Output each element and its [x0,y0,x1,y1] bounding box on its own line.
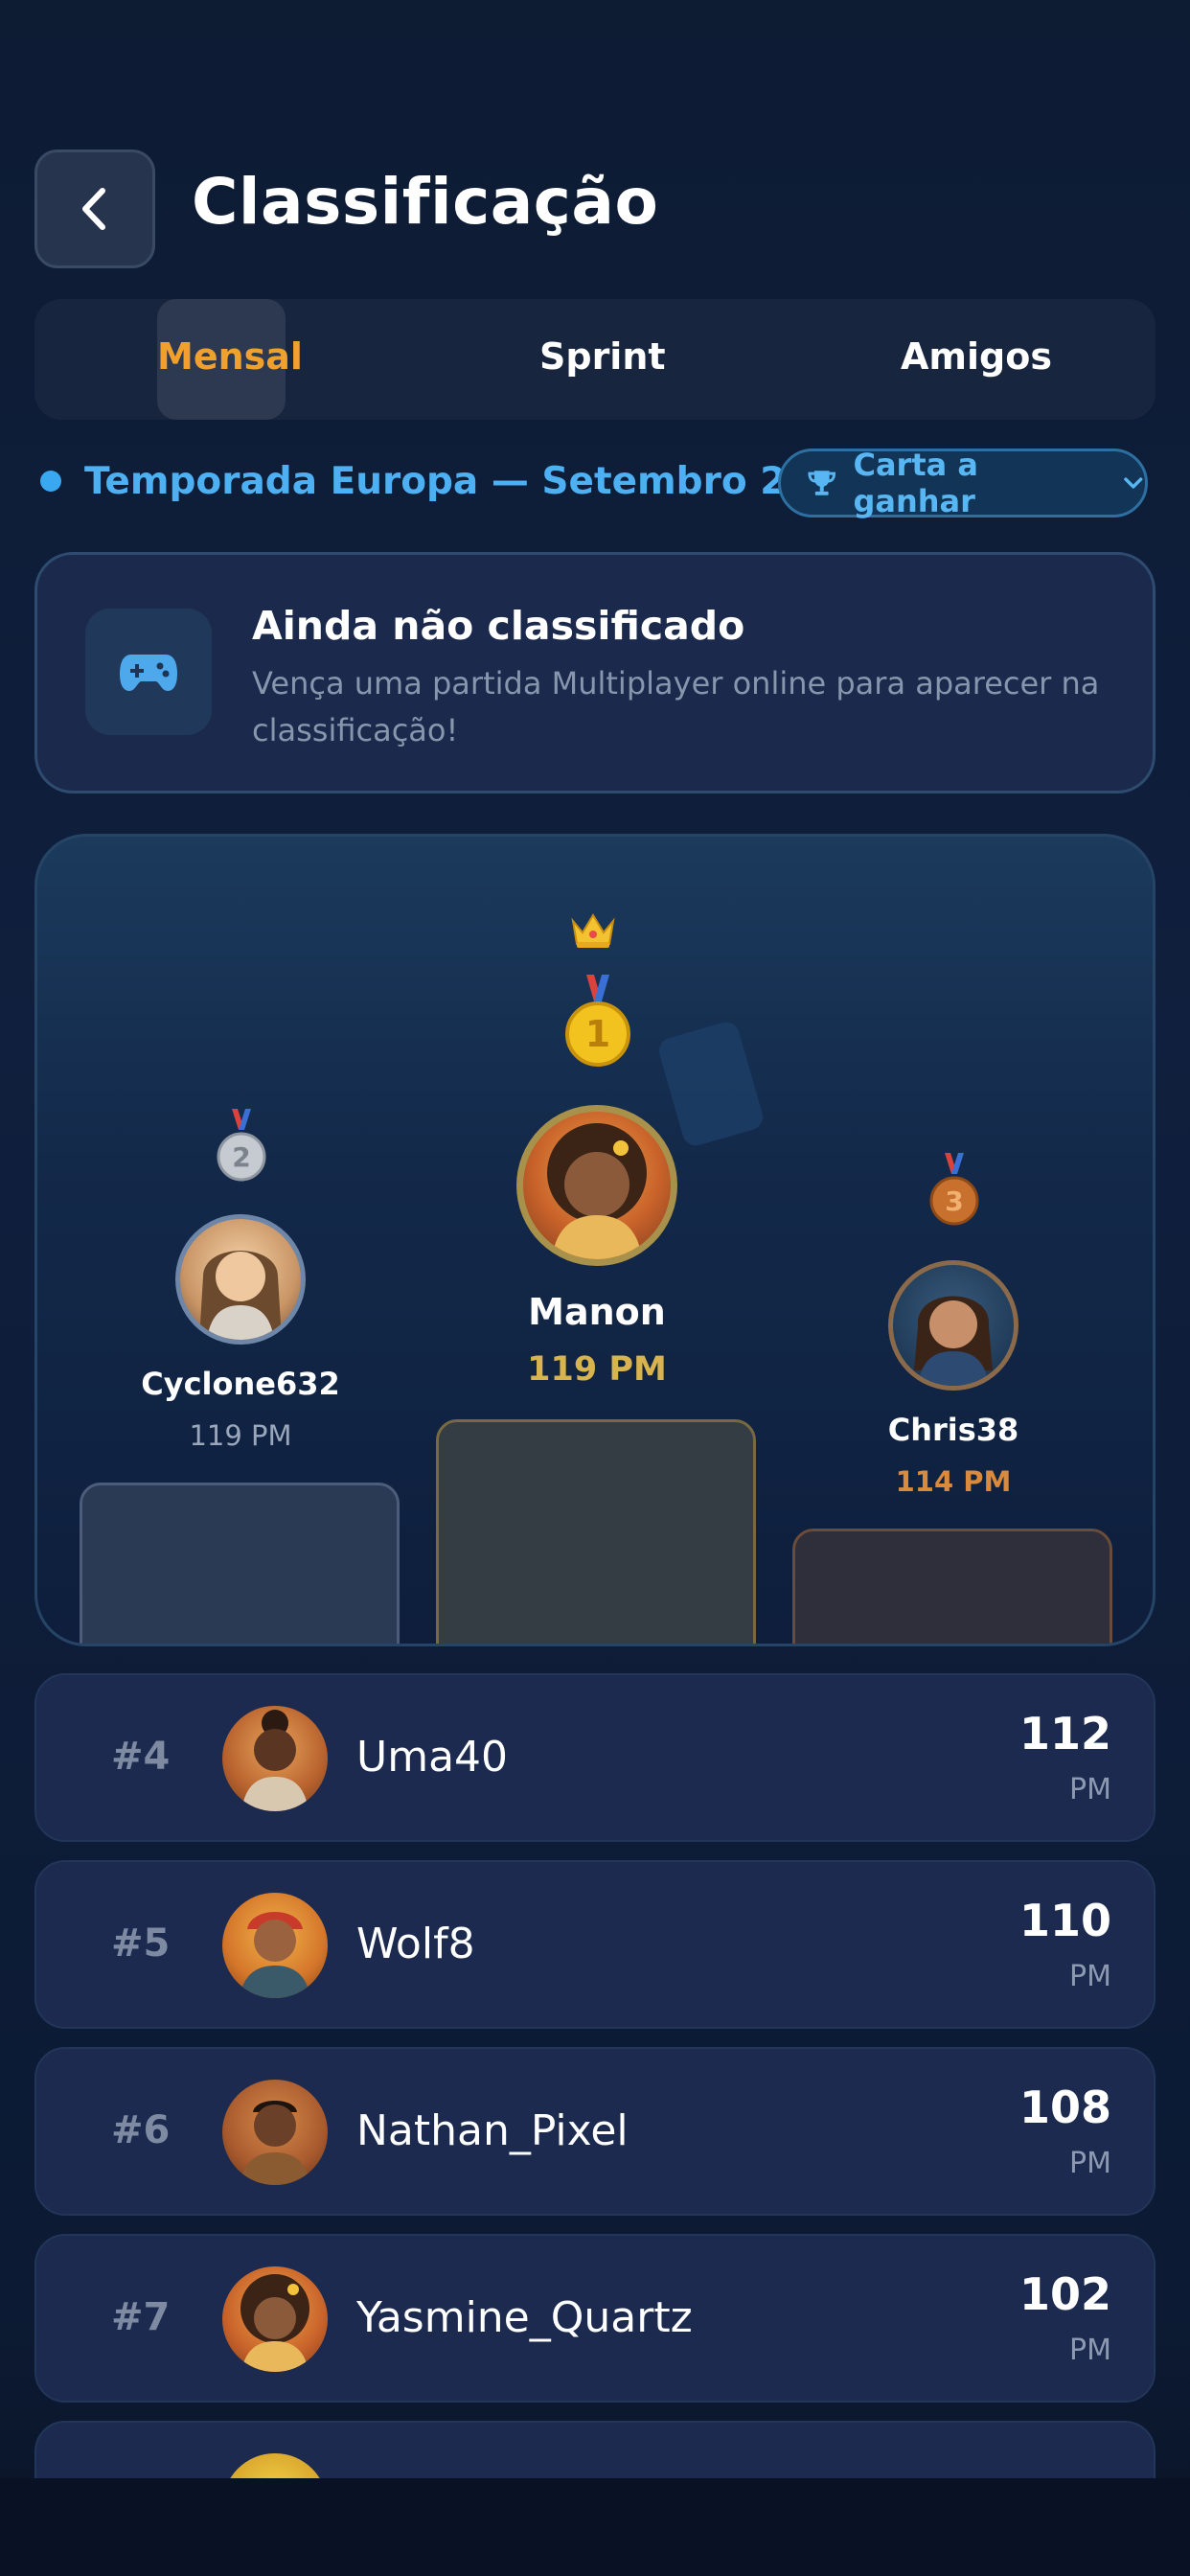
leaderboard-row[interactable]: #5 Wolf8 110 PM [34,1860,1156,2029]
chevron-left-icon [82,188,105,230]
silver-medal-icon: 2 [217,1109,266,1182]
crown-icon [571,913,615,948]
avatar-uma40 [222,1706,328,1811]
silver-medal-number: 2 [232,1141,250,1173]
unranked-notice-card: Ainda não classificado Vença uma partida… [34,552,1156,794]
tab-bar: Mensal Sprint Amigos [34,299,1156,420]
podium-block-first [436,1419,756,1644]
podium-score-third: 114 PM [895,1465,1012,1498]
row-score: 108 [1018,2082,1111,2133]
back-button[interactable] [34,150,155,268]
chevron-down-icon [1124,477,1143,489]
avatar-chris38[interactable] [888,1260,1018,1391]
row-score: 110 [1018,1895,1111,1946]
season-label: Temporada Europa — Setembro 2026 [84,460,864,503]
avatar-illustration [199,1251,282,1340]
row-score-unit: PM [1069,2147,1111,2180]
leaderboard-row[interactable]: #7 Yasmine_Quartz 102 PM [34,2234,1156,2403]
avatar-illustration [547,1123,647,1259]
bottom-safe-area [0,2478,1190,2576]
podium-card: 1 Manon 119 PM 2 Cyclone632 119 PM 3 Chr… [34,834,1156,1646]
avatar-cyclone632[interactable] [175,1214,306,1345]
podium-name-first: Manon [528,1291,666,1333]
avatar-manon[interactable] [516,1105,677,1266]
row-score-unit: PM [1069,1773,1111,1806]
podium-score-second: 119 PM [189,1419,292,1452]
row-rank: #7 [111,2295,171,2339]
row-player-name: Yasmine_Quartz [356,2293,693,2342]
avatar-nathan-pixel [222,2080,328,2185]
podium-block-second [80,1483,400,1644]
row-score: 102 [1018,2268,1111,2320]
decorative-card [655,1019,767,1149]
leaderboard-row[interactable]: #6 Nathan_Pixel 108 PM [34,2047,1156,2216]
row-rank: #5 [111,1921,171,1966]
row-rank: #6 [111,2108,171,2152]
page-title: Classificação [192,165,659,239]
avatar-wolf8 [222,1893,328,1998]
avatar-illustration [240,2101,310,2185]
season-status-dot [40,471,61,492]
row-player-name: Wolf8 [356,1920,475,1968]
leaderboard-row[interactable]: #4 Uma40 112 PM [34,1673,1156,1842]
trophy-icon [808,471,836,495]
gold-medal-icon: 1 [565,975,630,1067]
row-rank: #4 [111,1735,171,1779]
avatar-illustration [914,1296,993,1386]
row-player-name: Nathan_Pixel [356,2106,629,2155]
podium-block-third [792,1529,1112,1644]
notice-text: Vença uma partida Multiplayer online par… [252,665,1100,748]
gold-medal-number: 1 [585,1013,610,1055]
row-score: 112 [1018,1708,1111,1760]
row-player-name: Uma40 [356,1733,509,1782]
gamepad-icon [120,655,177,691]
podium-name-third: Chris38 [887,1412,1019,1448]
row-score-unit: PM [1069,2334,1111,2367]
row-score-unit: PM [1069,1960,1111,1993]
notice-icon-box [85,609,212,735]
bronze-medal-number: 3 [945,1185,963,1217]
podium-name-second: Cyclone632 [141,1366,340,1402]
avatar-illustration [240,1912,310,1998]
notice-title: Ainda não classificado [252,603,745,649]
tab-mensal[interactable]: Mensal [157,335,303,378]
prize-card-label: Carta a ganhar [853,447,978,519]
avatar-illustration [241,1710,309,1811]
avatar-yasmine-quartz [222,2266,328,2372]
tab-sprint[interactable]: Sprint [539,335,666,378]
podium-score-first: 119 PM [527,1350,667,1389]
bronze-medal-icon: 3 [929,1153,979,1226]
tab-amigos[interactable]: Amigos [901,335,1052,378]
avatar-illustration [240,2274,309,2372]
prize-card-button[interactable]: Carta a ganhar [778,447,1148,519]
